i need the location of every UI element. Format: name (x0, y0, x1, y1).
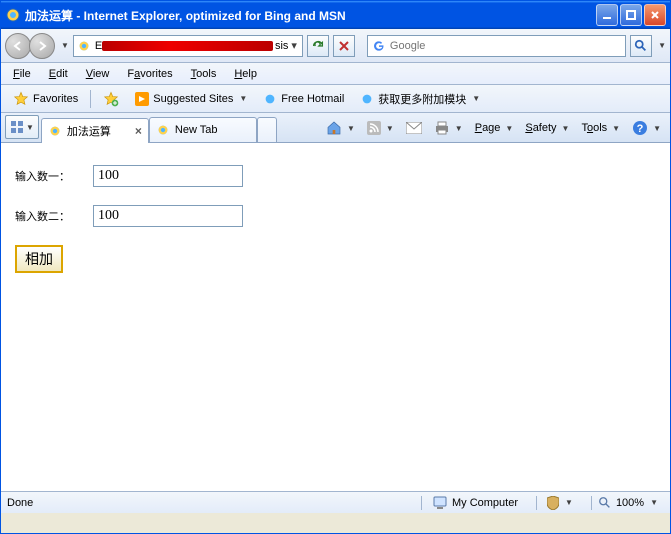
zoom-icon (598, 496, 612, 510)
menu-bar: File Edit View Favorites Tools Help (1, 63, 670, 85)
addons-icon (360, 92, 374, 106)
print-icon (434, 121, 450, 135)
forward-button[interactable] (29, 33, 55, 59)
tools-menu[interactable]: Tools▼ (576, 117, 625, 139)
svg-text:?: ? (637, 123, 644, 135)
input1-label: 输入数一： (15, 168, 93, 184)
favorites-bar: Favorites Suggested Sites ▼ Free Hotmail… (1, 85, 670, 113)
menu-view[interactable]: View (80, 66, 116, 82)
window-titlebar: 加法运算 - Internet Explorer, optimized for … (1, 1, 670, 29)
status-text: Done (7, 497, 127, 509)
favorites-button[interactable]: Favorites (7, 89, 84, 109)
security-zone-label: My Computer (452, 497, 518, 509)
address-bar[interactable]: E sis ▾ (73, 35, 303, 57)
tab-bar: ▼ 加法运算 × New Tab ▼ ▼ ▼ Page▼ Safety▼ (1, 113, 670, 143)
status-bar: Done My Computer ▼ 100% ▼ (1, 491, 670, 513)
add-button[interactable]: 相加 (15, 245, 63, 273)
stop-button[interactable] (333, 35, 355, 57)
feeds-button[interactable]: ▼ (362, 117, 399, 139)
page-menu[interactable]: Page▼ (470, 117, 519, 139)
home-icon (326, 120, 342, 136)
zoom-level: 100% (616, 497, 644, 509)
rss-icon (367, 121, 381, 135)
zoom-control[interactable]: 100% ▼ (591, 496, 664, 510)
help-button[interactable]: ?▼ (627, 117, 666, 139)
search-button[interactable] (630, 35, 652, 57)
menu-favorites[interactable]: Favorites (121, 66, 178, 82)
tab-active[interactable]: 加法运算 × (41, 118, 149, 143)
mail-icon (406, 122, 422, 134)
search-provider-dropdown[interactable]: ▼ (658, 41, 666, 50)
mail-button[interactable] (401, 117, 427, 139)
navigation-toolbar: ▼ E sis ▾ ▼ (1, 29, 670, 63)
tab-new[interactable]: New Tab (149, 117, 257, 142)
add-favorite-button[interactable] (97, 89, 125, 109)
free-hotmail-button[interactable]: Free Hotmail (257, 90, 350, 108)
nav-history-dropdown[interactable]: ▼ (61, 41, 69, 50)
search-box[interactable] (367, 35, 626, 57)
help-icon: ? (632, 120, 648, 136)
back-button[interactable] (5, 33, 31, 59)
chevron-down-icon: ▼ (472, 94, 480, 103)
page-icon (48, 124, 62, 138)
page-content: 输入数一： 输入数二： 相加 (1, 143, 670, 491)
favorites-label: Favorites (33, 93, 78, 105)
shield-icon (547, 496, 559, 510)
refresh-button[interactable] (307, 35, 329, 57)
menu-help[interactable]: Help (228, 66, 263, 82)
get-addons-label: 获取更多附加模块 (378, 91, 466, 107)
page-icon (156, 123, 170, 137)
new-tab-button[interactable] (257, 117, 277, 142)
free-hotmail-label: Free Hotmail (281, 93, 344, 105)
window-maximize-button[interactable] (620, 4, 642, 26)
menu-file[interactable]: File (7, 66, 37, 82)
chevron-down-icon: ▼ (239, 94, 247, 103)
quick-tabs-button[interactable]: ▼ (5, 115, 39, 139)
address-dropdown[interactable]: ▾ (288, 39, 300, 52)
window-title: 加法运算 - Internet Explorer, optimized for … (25, 7, 596, 24)
input1-field[interactable] (93, 165, 243, 187)
tab-label: New Tab (175, 124, 218, 136)
computer-icon (432, 496, 448, 510)
google-icon (372, 39, 386, 53)
suggested-icon (135, 92, 149, 106)
protected-mode[interactable]: ▼ (536, 496, 583, 510)
star-icon (13, 91, 29, 107)
page-icon (76, 38, 92, 54)
home-button[interactable]: ▼ (321, 117, 360, 139)
tab-label: 加法运算 (67, 123, 111, 139)
window-close-button[interactable] (644, 4, 666, 26)
url-suffix: sis (275, 40, 288, 52)
input2-field[interactable] (93, 205, 243, 227)
search-input[interactable] (390, 40, 621, 52)
safety-menu[interactable]: Safety▼ (520, 117, 574, 139)
print-button[interactable]: ▼ (429, 117, 468, 139)
add-star-icon (103, 91, 119, 107)
tab-close-button[interactable]: × (135, 124, 142, 138)
input2-label: 输入数二： (15, 208, 93, 224)
get-addons-button[interactable]: 获取更多附加模块 ▼ (354, 89, 486, 109)
suggested-sites-label: Suggested Sites (153, 93, 233, 105)
menu-tools[interactable]: Tools (185, 66, 223, 82)
suggested-sites-button[interactable]: Suggested Sites ▼ (129, 90, 253, 108)
ie-icon (5, 7, 21, 23)
window-minimize-button[interactable] (596, 4, 618, 26)
security-zone[interactable]: My Computer (421, 496, 528, 510)
hotmail-icon (263, 92, 277, 106)
url-redacted (102, 41, 273, 51)
menu-edit[interactable]: Edit (43, 66, 74, 82)
